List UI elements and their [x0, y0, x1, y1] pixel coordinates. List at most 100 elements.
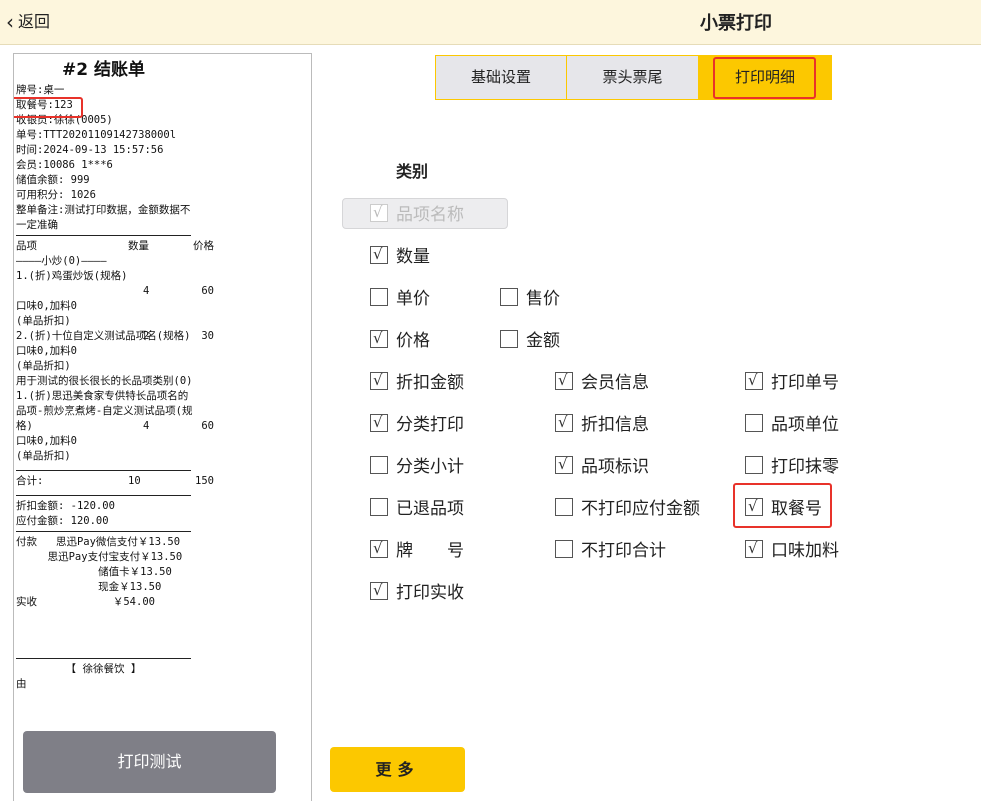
more-button[interactable]: 更多	[330, 747, 465, 792]
tab-bar: 基础设置 票头票尾 打印明细	[435, 55, 832, 100]
checkbox-table-no[interactable]: √ 牌 号	[370, 536, 464, 561]
checkbox-label: 打印实收	[396, 583, 464, 603]
check-icon: √	[748, 370, 758, 389]
receipt-remark: 整单备注:测试打印数据，金额数据不一定准确	[16, 204, 191, 231]
checkbox-no-print-payable[interactable]: 不打印应付金额	[555, 494, 700, 519]
checkbox-box	[370, 287, 388, 306]
checkbox-box	[745, 413, 763, 432]
receipt-shop-name: 【 徐徐餐饮 】	[65, 663, 142, 675]
receipt-actual: 实收 ￥54.00	[16, 596, 155, 608]
checkbox-unit-price[interactable]: 单价	[370, 284, 430, 309]
checkbox-label: 分类打印	[396, 415, 464, 435]
checkbox-label: 单价	[396, 289, 430, 309]
checkbox-category-subtotal[interactable]: 分类小计	[370, 452, 464, 477]
receipt-line: 时间:2024-09-13 15:57:56	[16, 144, 164, 156]
checkbox-label: 价格	[396, 331, 430, 351]
divider	[16, 235, 191, 236]
chevron-left-icon: ‹	[6, 10, 14, 34]
checkbox-box: √	[370, 412, 388, 432]
tab-header-footer[interactable]: 票头票尾	[567, 56, 699, 99]
checkbox-box: √	[745, 539, 763, 558]
checkbox-label: 折扣信息	[581, 415, 649, 435]
checkbox-print-rounding[interactable]: 打印抹零	[745, 452, 839, 477]
check-icon: √	[373, 202, 383, 221]
checkbox-box	[500, 287, 518, 306]
checkbox-box	[370, 497, 388, 516]
checkbox-label: 牌 号	[396, 541, 464, 561]
checkbox-flavor-addon[interactable]: √ 口味加料	[745, 536, 839, 561]
receipt-pay-line: 付款 思迅Pay微信支付￥13.50	[16, 536, 181, 548]
checkbox-box: √	[370, 244, 388, 264]
checkbox-box: √	[555, 454, 573, 474]
receipt-item-extra: 口味0,加料0	[16, 435, 77, 447]
checkbox-label: 不打印应付金额	[581, 499, 700, 519]
receipt-item-note: (单品折扣)	[16, 315, 71, 327]
checkbox-item-unit[interactable]: 品项单位	[745, 410, 839, 435]
total-qty: 10	[128, 475, 141, 487]
checkbox-label: 打印抹零	[771, 457, 839, 477]
receipt-footer: 由	[16, 678, 27, 690]
divider	[16, 495, 191, 496]
receipt-pay-line: 储值卡￥13.50	[16, 566, 172, 578]
check-icon: √	[373, 244, 383, 263]
checkbox-box: √	[370, 202, 388, 222]
checkbox-sale-price[interactable]: 售价	[500, 284, 560, 309]
checkbox-box	[370, 455, 388, 474]
checkbox-member-info[interactable]: √ 会员信息	[555, 368, 649, 393]
checkbox-item-mark[interactable]: √ 品项标识	[555, 452, 649, 477]
receipt-col-headers: 品项 数量 价格	[16, 239, 214, 254]
checkbox-box: √	[370, 538, 388, 558]
checkbox-box: √	[555, 371, 573, 390]
checkbox-box	[555, 497, 573, 516]
check-icon: √	[373, 412, 383, 431]
receipt-item-qty-line: 4 60	[16, 419, 214, 434]
checkbox-label: 折扣金额	[396, 373, 464, 393]
receipt-line: 储值余额: 999	[16, 174, 90, 186]
checkbox-amount[interactable]: 金额	[500, 326, 560, 351]
top-bar: ‹ 返回 小票打印	[0, 0, 981, 45]
checkbox-item-name[interactable]: √ 品项名称	[370, 200, 464, 225]
checkbox-label: 金额	[526, 331, 560, 351]
print-test-button[interactable]: 打印测试	[23, 731, 276, 793]
col-qty: 数量	[128, 240, 149, 252]
divider	[16, 658, 191, 659]
checkbox-box: √	[555, 413, 573, 432]
checkbox-returned-items[interactable]: 已退品项	[370, 494, 464, 519]
receipt-preview: #2 结账单 牌号:桌一 取餐号:123 收银员:徐徐(0005) 单号:TTT…	[13, 53, 312, 801]
checkbox-category-print[interactable]: √ 分类打印	[370, 410, 464, 435]
receipt-line: 可用积分: 1026	[16, 189, 96, 201]
checkbox-label: 会员信息	[581, 373, 649, 393]
checkbox-label: 数量	[396, 247, 430, 267]
item-price: 30	[201, 330, 214, 342]
check-icon: √	[373, 538, 383, 557]
receipt-payable: 应付金额: 120.00	[16, 515, 109, 527]
checkbox-box: √	[745, 370, 763, 390]
back-button[interactable]: ‹ 返回	[6, 8, 50, 34]
receipt-line: 单号:TTT20201109142738000l	[16, 129, 177, 141]
checkbox-box	[500, 329, 518, 348]
checkbox-print-actual[interactable]: √ 打印实收	[370, 578, 464, 603]
checkbox-label: 分类小计	[396, 457, 464, 477]
checkbox-discount-amount[interactable]: √ 折扣金额	[370, 368, 464, 393]
category-label: 类别	[396, 162, 429, 181]
checkbox-label: 售价	[526, 289, 560, 309]
checkbox-quantity[interactable]: √ 数量	[370, 242, 430, 267]
check-icon: √	[558, 454, 568, 473]
checkbox-no-print-total[interactable]: 不打印合计	[555, 536, 666, 561]
receipt-line: 牌号:桌一	[16, 84, 65, 96]
col-item: 品项	[16, 240, 37, 252]
checkbox-label: 品项标识	[581, 457, 649, 477]
item-price: 60	[201, 285, 214, 297]
receipt-item-extra: 口味0,加料0	[16, 300, 77, 312]
checkbox-price[interactable]: √ 价格	[370, 326, 430, 351]
pickup-checkbox-highlight	[733, 483, 832, 528]
tab-basic-settings[interactable]: 基础设置	[436, 56, 567, 99]
checkbox-print-order-no[interactable]: √ 打印单号	[745, 368, 839, 393]
checkbox-label: 已退品项	[396, 499, 464, 519]
checkbox-discount-info[interactable]: √ 折扣信息	[555, 410, 649, 435]
receipt-title: #2 结账单	[62, 60, 145, 80]
checkbox-box: √	[370, 329, 388, 348]
tab-print-details[interactable]: 打印明细	[699, 56, 831, 99]
receipt-item-note: (单品折扣)	[16, 450, 71, 462]
total-label: 合计:	[16, 475, 44, 487]
